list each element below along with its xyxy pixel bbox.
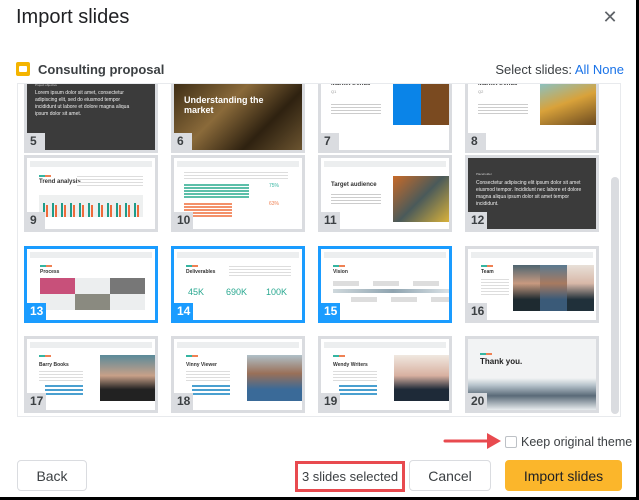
- select-all-link[interactable]: All: [575, 62, 589, 77]
- slide-number: 17: [27, 393, 47, 410]
- slide-title: Understanding the market: [184, 95, 264, 115]
- slide-title: Market trends: [478, 83, 518, 87]
- slide-stat: 63%: [269, 201, 280, 207]
- scrollbar-thumb[interactable]: [611, 177, 619, 414]
- slide-title: Market trends: [331, 83, 371, 87]
- select-none-link[interactable]: None: [593, 62, 624, 77]
- slide-photo: [394, 355, 449, 401]
- presentation-header: Consulting proposal Select slides: All N…: [16, 61, 624, 79]
- import-slides-dialog: Import slides ✕ Consulting proposal Sele…: [0, 0, 636, 497]
- slides-file-icon: [16, 62, 30, 76]
- slide-body: Lorem ipsum dolor sit amet, consectetur …: [35, 90, 130, 117]
- slide-thumbnail-5[interactable]: Project objective Lorem ipsum dolor sit …: [24, 83, 158, 153]
- slide-thumbnail-19[interactable]: Wendy Writers 19: [318, 336, 452, 413]
- slide-photo: [393, 176, 449, 222]
- slide-thumbnail-16[interactable]: Team 16: [465, 246, 599, 323]
- slide-number: 19: [321, 393, 341, 410]
- slide-number: 5: [27, 133, 45, 150]
- back-button[interactable]: Back: [17, 460, 87, 491]
- slide-title: Trend analysis: [39, 179, 81, 185]
- select-slides-label: Select slides:: [495, 62, 572, 77]
- slide-thumbnail-11[interactable]: Target audience 11: [318, 155, 452, 232]
- slides-selected-status: 3 slides selected: [295, 461, 405, 492]
- import-slides-button[interactable]: Import slides: [505, 460, 622, 491]
- slide-thumbnail-9[interactable]: Trend analysis 9: [24, 155, 158, 232]
- slide-title: Process: [40, 269, 60, 275]
- keep-original-theme-label: Keep original theme: [521, 435, 633, 449]
- slide-thumbnail-15[interactable]: Vision 15: [318, 246, 452, 323]
- slide-number: 8: [468, 133, 486, 150]
- slide-subtitle: Q2: [478, 89, 484, 94]
- slide-subtitle: Q1: [331, 89, 337, 94]
- slide-thumbnail-7[interactable]: Market trends Q1 7: [318, 83, 452, 153]
- slide-title: Thank you.: [480, 357, 523, 366]
- slide-stat: 45K: [188, 287, 205, 297]
- slide-thumbnail-14[interactable]: Deliverables 45K 690K 100K 14: [171, 246, 305, 323]
- slide-thumbnail-18[interactable]: Vinny Viewer 18: [171, 336, 305, 413]
- slide-number: 15: [321, 303, 341, 320]
- slide-photo: [540, 84, 596, 125]
- close-icon[interactable]: ✕: [602, 8, 618, 26]
- slide-title: Vision: [333, 269, 348, 275]
- slide-title: Barry Books: [39, 362, 69, 368]
- slide-number: 13: [27, 303, 47, 320]
- slide-title: Vinny Viewer: [186, 362, 217, 368]
- slide-number: 18: [174, 393, 194, 410]
- presentation-name: Consulting proposal: [38, 62, 165, 77]
- slide-heading: Placeholder: [476, 172, 492, 176]
- slide-title: Target audience: [331, 182, 377, 188]
- slide-grid: Project objective Lorem ipsum dolor sit …: [17, 83, 621, 417]
- slide-thumbnail-8[interactable]: Market trends Q2 8: [465, 83, 599, 153]
- slide-stat: 690K: [226, 287, 248, 297]
- slide-thumbnail-13[interactable]: Process 13: [24, 246, 158, 323]
- slide-title: Wendy Writers: [333, 362, 368, 368]
- slide-stat: 100K: [266, 287, 288, 297]
- slide-number: 10: [174, 212, 194, 229]
- slide-title: Team: [481, 269, 494, 275]
- red-arrow-annotation: [443, 433, 501, 449]
- slide-thumbnail-20[interactable]: Thank you. 20: [465, 336, 599, 413]
- slide-number: 16: [468, 303, 488, 320]
- dialog-title: Import slides: [16, 6, 130, 28]
- slide-thumbnail-12[interactable]: Placeholder Consectetur adipiscing elit …: [465, 155, 599, 232]
- slide-title: Deliverables: [186, 269, 216, 275]
- slide-number: 9: [27, 212, 45, 229]
- slide-thumbnail-17[interactable]: Barry Books 17: [24, 336, 158, 413]
- slide-stat: 75%: [269, 183, 280, 189]
- slide-number: 20: [468, 393, 488, 410]
- slide-number: 7: [321, 133, 339, 150]
- slide-number: 11: [321, 212, 340, 229]
- select-slides: Select slides: All None: [495, 62, 624, 77]
- slide-thumbnail-10[interactable]: 75% 63% 10: [171, 155, 305, 232]
- cancel-button[interactable]: Cancel: [409, 460, 491, 491]
- slide-photo: [100, 355, 155, 401]
- slide-photo: [247, 355, 302, 401]
- slide-number: 14: [174, 303, 194, 320]
- slide-number: 12: [468, 212, 488, 229]
- slide-thumbnail-6[interactable]: Understanding the market 6: [171, 84, 305, 153]
- slide-heading: Project objective: [35, 83, 58, 87]
- keep-original-theme-checkbox[interactable]: [505, 436, 517, 448]
- slide-body: Consectetur adipiscing elit ipsum dolor …: [476, 180, 582, 207]
- slide-number: 6: [174, 133, 192, 150]
- slide-photo: [393, 84, 449, 125]
